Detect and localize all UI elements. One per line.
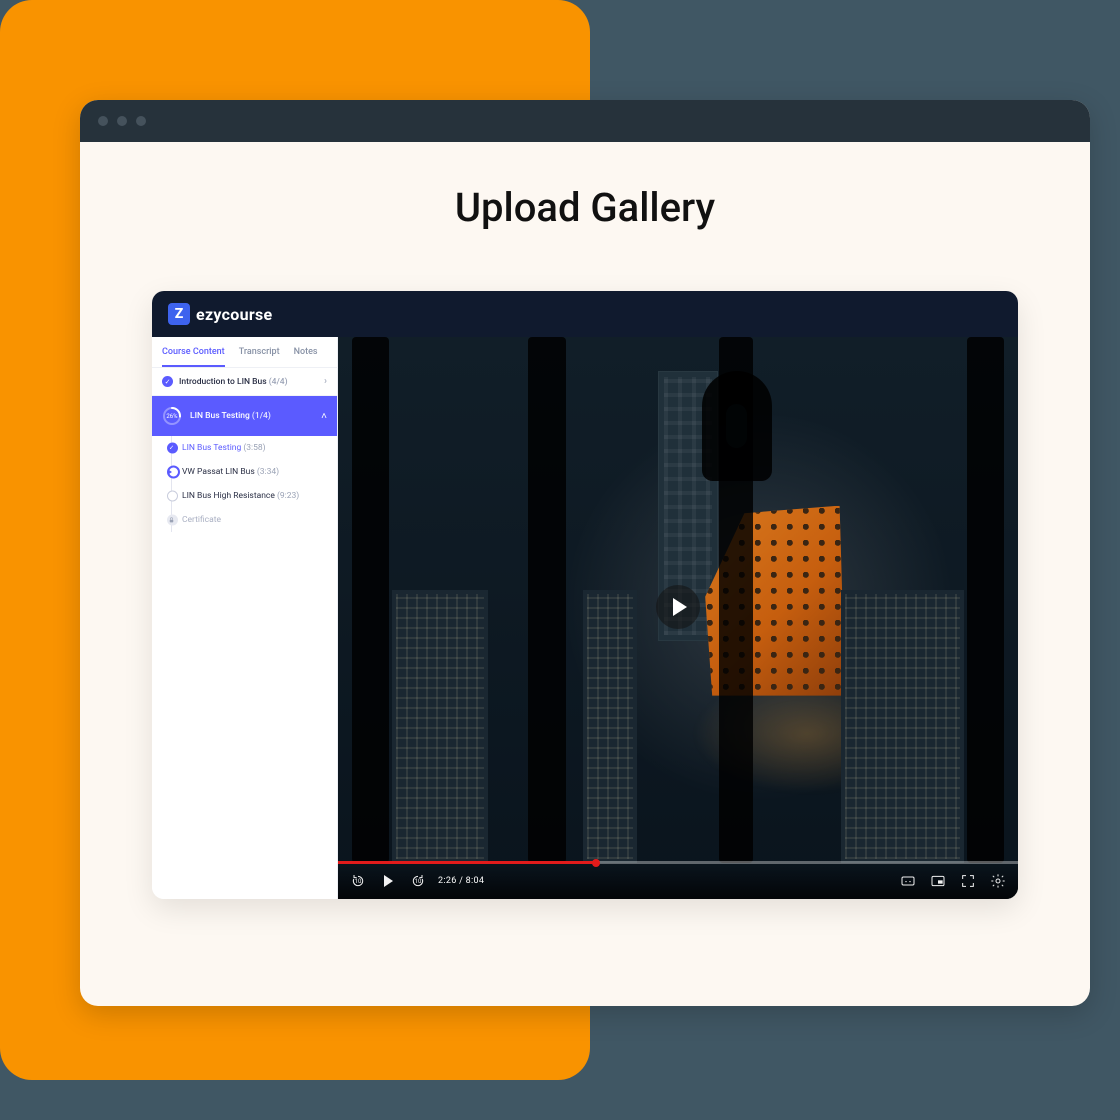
scene-pillar xyxy=(719,337,753,863)
section-title: Introduction to LIN Bus (4/4) xyxy=(179,377,318,387)
lesson-title-text: VW Passat LIN Bus xyxy=(182,467,255,477)
window-dot-minimize-icon[interactable] xyxy=(117,116,127,126)
lesson-title-text: Certificate xyxy=(182,515,221,525)
tab-notes[interactable]: Notes xyxy=(294,337,318,367)
progress-ring-icon: 26% xyxy=(162,406,182,426)
lesson-item-current[interactable]: VW Passat LIN Bus (3:34) xyxy=(172,460,337,484)
lesson-item-locked[interactable]: Certificate xyxy=(172,508,337,532)
expanded-section-title-text: LIN Bus Testing xyxy=(190,411,250,421)
lesson-duration: (3:58) xyxy=(243,443,265,453)
seek-played xyxy=(338,861,596,864)
tab-transcript[interactable]: Transcript xyxy=(239,337,280,367)
section-introduction[interactable]: ✓ Introduction to LIN Bus (4/4) › xyxy=(152,368,337,396)
lesson-duration: (9:23) xyxy=(277,491,299,501)
lesson-title: VW Passat LIN Bus (3:34) xyxy=(182,467,279,477)
lock-icon xyxy=(168,517,175,524)
course-sidebar: Course Content Transcript Notes ✓ Introd… xyxy=(152,337,338,899)
forward-10-button[interactable]: 10 xyxy=(408,871,428,891)
window-dot-close-icon[interactable] xyxy=(98,116,108,126)
video-controls: 10 10 2:26 / 8:04 xyxy=(338,863,1018,899)
browser-title-bar xyxy=(80,100,1090,142)
scene-pillar xyxy=(967,337,1004,863)
lesson-title: LIN Bus High Resistance (9:23) xyxy=(182,491,299,501)
time-display: 2:26 / 8:04 xyxy=(438,876,484,886)
lesson-duration: (3:34) xyxy=(257,467,279,477)
section-progress: (4/4) xyxy=(269,377,288,387)
window-dot-zoom-icon[interactable] xyxy=(136,116,146,126)
scene-pillar xyxy=(528,337,565,863)
play-icon xyxy=(384,875,393,887)
check-icon: ✓ xyxy=(162,376,173,387)
play-icon xyxy=(169,470,172,474)
lesson-title-text: LIN Bus High Resistance xyxy=(182,491,275,501)
play-overlay-button[interactable] xyxy=(656,585,700,629)
expanded-section-progress: (1/4) xyxy=(252,411,271,421)
captions-button[interactable] xyxy=(898,871,918,891)
lesson-item-done[interactable]: LIN Bus Testing (3:58) xyxy=(172,436,337,460)
lesson-item-todo[interactable]: LIN Bus High Resistance (9:23) xyxy=(172,484,337,508)
section-title-text: Introduction to LIN Bus xyxy=(179,377,267,387)
scene-building xyxy=(583,590,637,863)
rewind-label: 10 xyxy=(355,878,362,885)
app-body: Course Content Transcript Notes ✓ Introd… xyxy=(152,337,1018,899)
seek-bar[interactable] xyxy=(338,861,1018,864)
tab-course-content[interactable]: Course Content xyxy=(162,337,225,367)
progress-percent: 26% xyxy=(162,406,182,426)
rewind-10-button[interactable]: 10 xyxy=(348,871,368,891)
app-header: Z ezycourse xyxy=(152,291,1018,337)
scene-pillar xyxy=(352,337,389,863)
lesson-title-text: LIN Bus Testing xyxy=(182,443,241,453)
fullscreen-button[interactable] xyxy=(958,871,978,891)
scene-building xyxy=(392,590,487,863)
pip-button[interactable] xyxy=(928,871,948,891)
lessons-list: LIN Bus Testing (3:58) VW Passat LIN Bus… xyxy=(171,436,337,532)
browser-window: Upload Gallery Z ezycourse Course Conten… xyxy=(80,100,1090,1006)
section-lin-bus-testing[interactable]: 26% LIN Bus Testing (1/4) ˄ xyxy=(152,396,337,436)
chevron-up-icon: ˄ xyxy=(321,411,327,422)
lesson-title: LIN Bus Testing (3:58) xyxy=(182,443,266,453)
forward-label: 10 xyxy=(415,878,422,885)
course-player-app: Z ezycourse Course Content Transcript No… xyxy=(152,291,1018,899)
settings-button[interactable] xyxy=(988,871,1008,891)
seek-thumb-icon[interactable] xyxy=(592,859,600,867)
chevron-right-icon: › xyxy=(324,376,327,387)
lesson-title: Certificate xyxy=(182,515,221,525)
sidebar-tabs: Course Content Transcript Notes xyxy=(152,337,337,368)
video-area[interactable]: 10 10 2:26 / 8:04 xyxy=(338,337,1018,899)
page-title: Upload Gallery xyxy=(80,184,1090,231)
brand-name: ezycourse xyxy=(196,305,272,324)
scene-building xyxy=(841,590,963,863)
play-button[interactable] xyxy=(378,871,398,891)
brand-logo-icon: Z xyxy=(168,303,190,325)
expanded-section-title: LIN Bus Testing (1/4) xyxy=(190,411,313,421)
